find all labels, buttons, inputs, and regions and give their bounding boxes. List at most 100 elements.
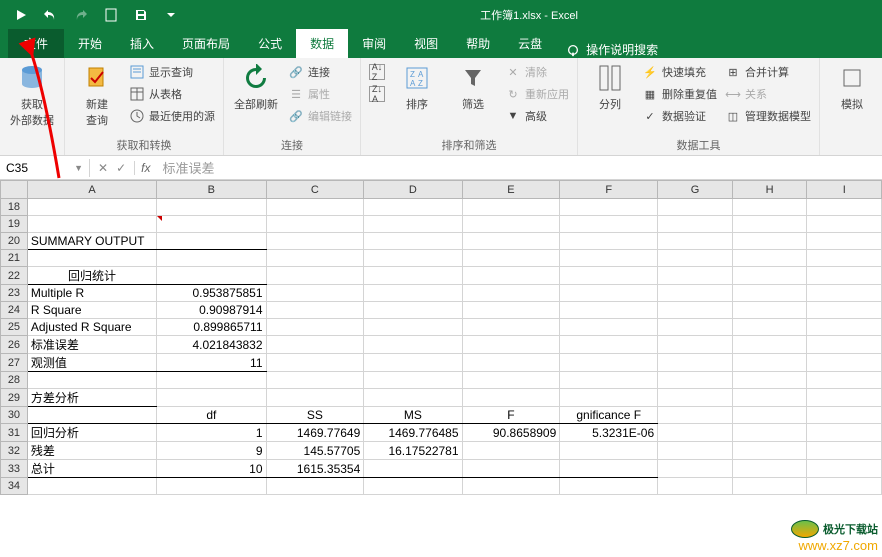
cell-G23[interactable] [658,285,733,302]
row-header-29[interactable]: 29 [1,389,28,407]
cell-B30[interactable]: df [157,407,266,424]
recent-sources-button[interactable]: 最近使用的源 [129,106,215,126]
cell-H19[interactable] [732,216,807,233]
cell-F30[interactable]: gnificance F [560,407,658,424]
tab-layout[interactable]: 页面布局 [168,29,244,58]
cell-A29[interactable]: 方差分析 [27,389,156,407]
cell-I30[interactable] [807,407,882,424]
cell-B27[interactable]: 11 [157,354,266,372]
name-box-dropdown[interactable]: ▼ [74,163,83,173]
cell-A34[interactable] [27,478,156,495]
cell-E20[interactable] [462,233,560,250]
new-button[interactable] [98,3,124,27]
refresh-all-button[interactable]: 全部刷新 [232,62,280,112]
col-header-E[interactable]: E [462,181,560,199]
cell-I21[interactable] [807,250,882,267]
row-header-28[interactable]: 28 [1,372,28,389]
cell-D25[interactable] [364,319,462,336]
cell-D18[interactable] [364,199,462,216]
cell-F27[interactable] [560,354,658,372]
undo-button[interactable] [38,3,64,27]
col-header-D[interactable]: D [364,181,462,199]
cell-I31[interactable] [807,424,882,442]
tab-view[interactable]: 视图 [400,29,452,58]
cell-A23[interactable]: Multiple R [27,285,156,302]
cell-I27[interactable] [807,354,882,372]
cell-E31[interactable]: 90.8658909 [462,424,560,442]
cell-E28[interactable] [462,372,560,389]
cell-E27[interactable] [462,354,560,372]
sort-za-button[interactable]: Z↓A [369,84,385,104]
row-header-24[interactable]: 24 [1,302,28,319]
cell-D32[interactable]: 16.17522781 [364,442,462,460]
cell-F19[interactable] [560,216,658,233]
cell-C19[interactable] [266,216,364,233]
cell-B33[interactable]: 10 [157,460,266,478]
cell-C28[interactable] [266,372,364,389]
cell-A26[interactable]: 标准误差 [27,336,156,354]
col-header-G[interactable]: G [658,181,733,199]
cell-A20[interactable]: SUMMARY OUTPUT [27,233,156,250]
cell-F25[interactable] [560,319,658,336]
fx-button[interactable]: fx [135,161,156,175]
cancel-formula-button[interactable]: ✕ [98,161,108,175]
simulate-button[interactable]: 模拟 [828,62,876,112]
cell-E24[interactable] [462,302,560,319]
cell-I24[interactable] [807,302,882,319]
cell-B28[interactable] [157,372,266,389]
row-header-21[interactable]: 21 [1,250,28,267]
cell-F21[interactable] [560,250,658,267]
data-validation-button[interactable]: ✓数据验证 [642,106,717,126]
cell-G32[interactable] [658,442,733,460]
cell-H34[interactable] [732,478,807,495]
cell-F23[interactable] [560,285,658,302]
get-external-data-button[interactable]: 获取 外部数据 [8,62,56,128]
cell-I19[interactable] [807,216,882,233]
remove-duplicates-button[interactable]: ▦删除重复值 [642,84,717,104]
cell-G27[interactable] [658,354,733,372]
cell-F18[interactable] [560,199,658,216]
cell-D23[interactable] [364,285,462,302]
cell-G33[interactable] [658,460,733,478]
cell-I34[interactable] [807,478,882,495]
cell-C25[interactable] [266,319,364,336]
col-header-F[interactable]: F [560,181,658,199]
cell-H22[interactable] [732,267,807,285]
cell-D19[interactable] [364,216,462,233]
cell-F29[interactable] [560,389,658,407]
cell-G26[interactable] [658,336,733,354]
cell-C24[interactable] [266,302,364,319]
cell-H32[interactable] [732,442,807,460]
cell-B23[interactable]: 0.953875851 [157,285,266,302]
cell-A32[interactable]: 残差 [27,442,156,460]
cell-F31[interactable]: 5.3231E-06 [560,424,658,442]
text-to-columns-button[interactable]: 分列 [586,62,634,112]
cell-D28[interactable] [364,372,462,389]
cell-F22[interactable] [560,267,658,285]
row-header-22[interactable]: 22 [1,267,28,285]
cell-D26[interactable] [364,336,462,354]
cell-A22[interactable]: 回归统计 [27,267,156,285]
cell-G21[interactable] [658,250,733,267]
cell-H33[interactable] [732,460,807,478]
row-header-20[interactable]: 20 [1,233,28,250]
col-header-A[interactable]: A [27,181,156,199]
cell-I25[interactable] [807,319,882,336]
cell-H23[interactable] [732,285,807,302]
row-header-18[interactable]: 18 [1,199,28,216]
cell-H28[interactable] [732,372,807,389]
cell-E18[interactable] [462,199,560,216]
cell-D27[interactable] [364,354,462,372]
cell-E21[interactable] [462,250,560,267]
cell-D33[interactable] [364,460,462,478]
cell-H21[interactable] [732,250,807,267]
cell-D29[interactable] [364,389,462,407]
cell-I18[interactable] [807,199,882,216]
row-header-19[interactable]: 19 [1,216,28,233]
cell-C33[interactable]: 1615.35354 [266,460,364,478]
new-query-button[interactable]: 新建 查询 [73,62,121,128]
tab-insert[interactable]: 插入 [116,29,168,58]
cell-E26[interactable] [462,336,560,354]
cell-E33[interactable] [462,460,560,478]
row-header-25[interactable]: 25 [1,319,28,336]
